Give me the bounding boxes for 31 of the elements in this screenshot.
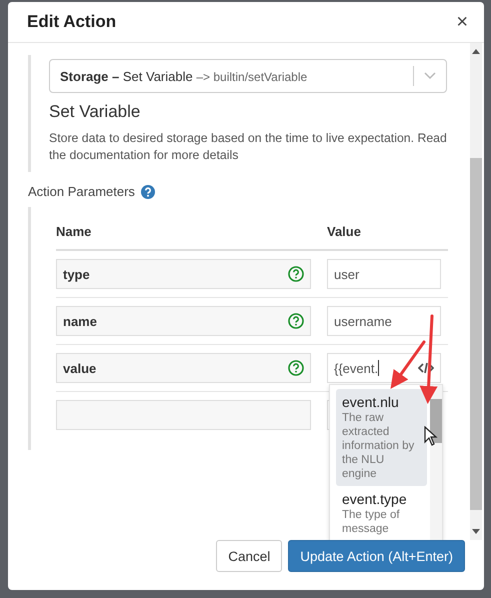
entry-field[interactable]: {{event. — [327, 353, 441, 383]
action-description: Store data to desired storage based on the time to live expectation. Read the documentation for more details — [49, 130, 448, 164]
scroll-down-icon — [472, 529, 480, 534]
select-value: Storage – Set Variable –> builtin/setVariable — [60, 68, 308, 84]
help-icon — [140, 184, 155, 198]
help-icon — [288, 313, 304, 329]
chevron-down-icon — [424, 72, 436, 80]
help-icon — [288, 266, 304, 282]
code-icon — [418, 362, 434, 374]
close-button[interactable]: × — [452, 10, 472, 34]
action-select[interactable]: Storage – Set Variable –> builtin/setVariable — [49, 59, 447, 93]
scroll-up-icon — [472, 49, 480, 54]
entry-field[interactable]: username — [327, 306, 441, 336]
column-header: Name — [56, 224, 92, 238]
suggestion-item[interactable]: event.type The type of message — [336, 486, 427, 540]
column-header: Value — [327, 224, 362, 238]
name-field[interactable]: type — [56, 259, 311, 289]
cursor-icon — [424, 426, 438, 446]
section-heading: Action Parameters — [28, 184, 135, 199]
help-icon — [288, 360, 304, 376]
scrollbar[interactable] — [430, 385, 442, 540]
scrollbar[interactable] — [470, 43, 482, 540]
action-title: Set Variable — [49, 102, 142, 122]
name-field[interactable] — [56, 400, 311, 430]
entry-field[interactable]: user — [327, 259, 441, 289]
cancel-button[interactable]: Cancel — [216, 540, 282, 572]
update-button[interactable]: Update Action (Alt+Enter) — [288, 540, 465, 572]
dialog-title: Edit Action — [27, 12, 116, 32]
name-field[interactable]: name — [56, 306, 311, 336]
name-field[interactable]: value — [56, 353, 311, 383]
suggestion-item[interactable]: event.nlu The raw extracted information by the NLU engine — [336, 389, 427, 486]
